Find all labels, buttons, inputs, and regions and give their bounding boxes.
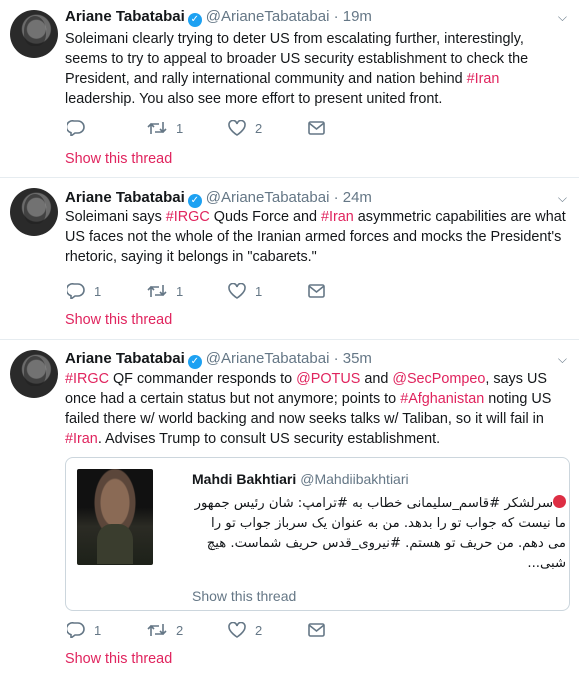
tweet[interactable]: Ariane Tabatabai ✓ @ArianeTabatabai · 24m … [0,178,579,340]
like-count: 2 [255,622,263,638]
author-handle[interactable]: @ArianeTabatabai [206,189,330,206]
show-thread-link[interactable]: Show this thread [65,651,172,667]
reply-icon [67,283,85,299]
tweet-text-segment: Quds Force and [209,209,321,225]
retweet-button[interactable]: 1 [147,118,183,138]
verified-badge-icon: ✓ [187,355,202,369]
verified-badge-icon: ✓ [187,194,202,208]
hashtag-link[interactable]: #Iran [321,209,354,225]
quoted-tweet-body: سرلشکر #قاسم_سلیمانی خطاب به #ترامپ: شان… [194,496,566,571]
tweet[interactable]: Ariane Tabatabai ✓ @ArianeTabatabai · 19m … [0,0,579,178]
author-name[interactable]: Ariane Tabatabai [65,8,185,25]
author-handle[interactable]: @ArianeTabatabai [206,8,330,25]
tweet-text-segment: QF commander responds to [108,371,297,387]
retweet-button[interactable]: 2 [147,620,183,640]
retweet-count: 1 [176,283,184,299]
reply-button[interactable]: 1 [67,620,101,640]
like-count: 2 [255,120,263,136]
quoted-tweet-image[interactable] [77,469,153,565]
red-circle-icon [553,495,566,508]
dm-button[interactable] [308,281,325,301]
envelope-icon [308,121,325,135]
avatar[interactable] [10,350,58,398]
like-count: 1 [255,283,263,299]
envelope-icon [308,623,325,637]
hashtag-link[interactable]: #Afghanistan [400,391,484,407]
reply-count: 1 [94,283,102,299]
tweet-text-segment: and [360,371,393,387]
chevron-down-icon[interactable]: ⌵ [558,10,567,25]
tweet-text-segment: Soleimani says [65,209,166,225]
tweet-timestamp[interactable]: 24m [343,189,372,206]
tweet[interactable]: Ariane Tabatabai ✓ @ArianeTabatabai · 35m … [0,340,579,675]
like-button[interactable]: 2 [228,118,262,138]
mention-link[interactable]: @POTUS [296,371,360,387]
dm-button[interactable] [308,118,325,138]
show-thread-link[interactable]: Show this thread [65,312,172,328]
chevron-down-icon[interactable]: ⌵ [558,352,567,367]
retweet-icon [147,624,167,636]
like-button[interactable]: 2 [228,620,262,640]
hashtag-link[interactable]: #Iran [65,431,98,447]
heart-icon [228,622,246,638]
tweet-text-segment: Soleimani clearly trying to deter US fro… [65,31,529,87]
mention-link[interactable]: @SecPompeo [392,371,485,387]
author-name[interactable]: Ariane Tabatabai [65,189,185,206]
retweet-icon [147,122,167,134]
reply-count: 1 [94,622,102,638]
reply-button[interactable]: 1 [67,281,101,301]
like-button[interactable]: 1 [228,281,262,301]
show-thread-link[interactable]: Show this thread [65,151,172,167]
author-handle[interactable]: @ArianeTabatabai [206,350,330,367]
quoted-show-thread-link[interactable]: Show this thread [192,588,296,604]
tweet-header: Ariane Tabatabai ✓ @ArianeTabatabai · 24m [65,189,372,208]
tweet-text: Soleimani says #IRGC Quds Force and #Ira… [65,207,570,267]
heart-icon [228,120,246,136]
tweet-timestamp[interactable]: 35m [343,350,372,367]
quoted-author-handle: @Mahdiibakhtiari [300,471,409,487]
author-name[interactable]: Ariane Tabatabai [65,350,185,367]
tweet-header: Ariane Tabatabai ✓ @ArianeTabatabai · 19m [65,8,372,27]
tweet-text-segment: . Advises Trump to consult US security e… [97,431,441,447]
hashtag-link[interactable]: #Iran [467,71,500,87]
hashtag-link[interactable]: #IRGC [166,209,210,225]
heart-icon [228,283,246,299]
tweet-header: Ariane Tabatabai ✓ @ArianeTabatabai · 35m [65,350,372,369]
dm-button[interactable] [308,620,325,640]
reply-icon [67,622,85,638]
retweet-button[interactable]: 1 [147,281,183,301]
tweet-text: #IRGC QF commander responds to @POTUS an… [65,369,570,449]
tweet-timestamp[interactable]: 19m [343,8,372,25]
avatar[interactable] [10,10,58,58]
envelope-icon [308,284,325,298]
hashtag-link[interactable]: #IRGC [65,371,109,387]
retweet-count: 1 [176,120,184,136]
quoted-tweet-text: سرلشکر #قاسم_سلیمانی خطاب به #ترامپ: شان… [192,494,566,574]
tweet-text-segment: leadership. You also see more effort to … [65,91,443,107]
retweet-icon [147,285,167,297]
chevron-down-icon[interactable]: ⌵ [558,191,567,206]
retweet-count: 2 [176,622,184,638]
reply-icon [67,120,85,136]
reply-button[interactable] [67,118,94,138]
avatar[interactable] [10,188,58,236]
quoted-tweet-header: Mahdi Bakhtiari @Mahdiibakhtiari [192,471,409,487]
tweet-text: Soleimani clearly trying to deter US fro… [65,29,570,109]
verified-badge-icon: ✓ [187,13,202,27]
quoted-tweet[interactable]: Mahdi Bakhtiari @Mahdiibakhtiari سرلشکر #… [65,457,570,611]
quoted-author-name: Mahdi Bakhtiari [192,471,297,487]
